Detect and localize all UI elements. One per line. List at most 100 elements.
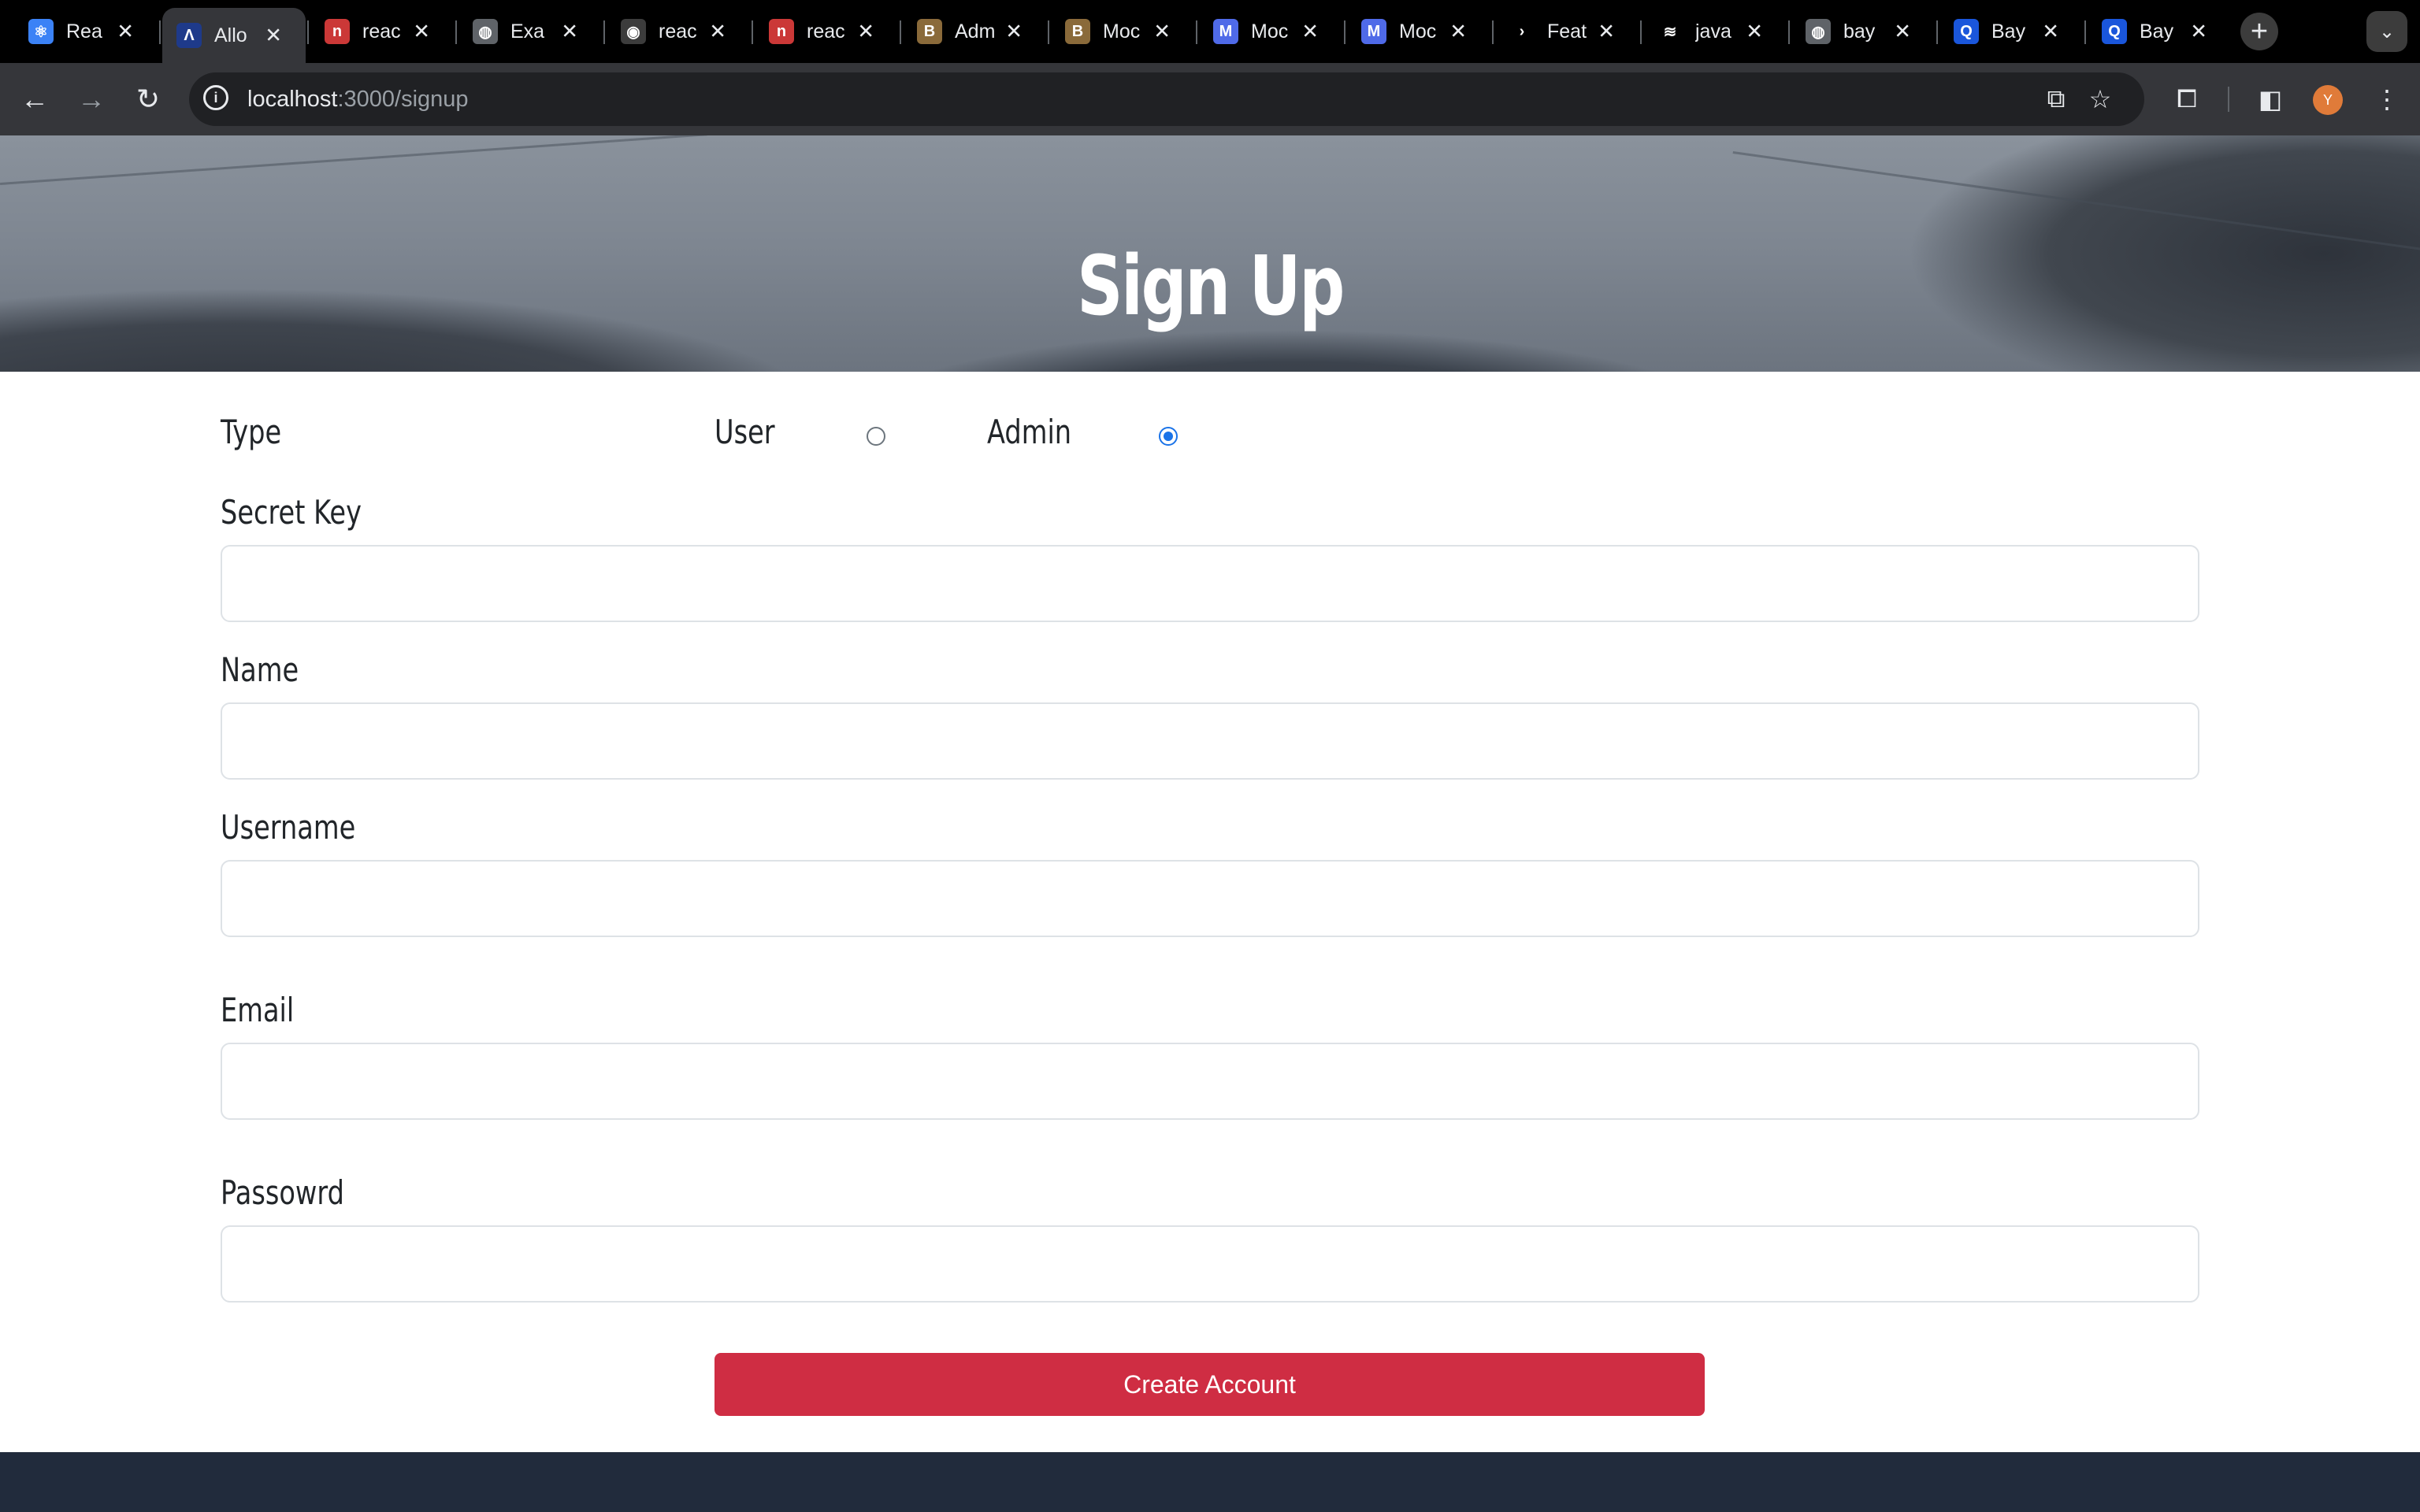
forward-button[interactable]: → bbox=[72, 80, 110, 118]
tab-title: Moc bbox=[1103, 20, 1141, 43]
tab-separator bbox=[307, 20, 309, 44]
back-button[interactable]: ← bbox=[16, 80, 54, 118]
hero-banner: Sign Up bbox=[0, 135, 2420, 372]
browser-tab[interactable]: ⚛ Rea ✕ bbox=[14, 6, 158, 57]
reload-button[interactable]: ↻ bbox=[129, 80, 167, 118]
tab-separator bbox=[2084, 20, 2086, 44]
kebab-menu-icon[interactable]: ⋮ bbox=[2371, 83, 2403, 115]
radio-admin[interactable] bbox=[1159, 427, 1178, 446]
url-text[interactable]: localhost:3000/signup bbox=[247, 72, 469, 126]
browser-tab[interactable]: Λ Allo ✕ bbox=[162, 8, 306, 63]
username-field[interactable] bbox=[221, 860, 2199, 937]
close-icon[interactable]: ✕ bbox=[265, 24, 282, 48]
close-icon[interactable]: ✕ bbox=[1153, 20, 1171, 44]
close-icon[interactable]: ✕ bbox=[1746, 20, 1763, 44]
tab-separator bbox=[1788, 20, 1790, 44]
close-icon[interactable]: ✕ bbox=[709, 20, 726, 44]
bookmark-star-icon[interactable]: ☆ bbox=[2086, 85, 2114, 113]
browser-tab[interactable]: n reac ✕ bbox=[310, 6, 454, 57]
close-icon[interactable]: ✕ bbox=[1598, 20, 1615, 44]
tab-separator bbox=[603, 20, 605, 44]
tab-separator bbox=[1492, 20, 1494, 44]
browser-tab[interactable]: M Moc ✕ bbox=[1199, 6, 1342, 57]
browser-tab[interactable]: ≋ java ✕ bbox=[1643, 6, 1787, 57]
close-icon[interactable]: ✕ bbox=[561, 20, 578, 44]
tab-separator bbox=[455, 20, 457, 44]
q-icon: Q bbox=[1954, 19, 1979, 44]
toolbar-divider bbox=[2228, 87, 2229, 112]
browser-tab[interactable]: Q Bay ✕ bbox=[1939, 6, 2083, 57]
extensions-puzzle-icon[interactable]: ⧠ bbox=[2171, 83, 2203, 115]
tab-title: bay bbox=[1843, 20, 1876, 43]
close-icon[interactable]: ✕ bbox=[1449, 20, 1467, 44]
page-title: Sign Up bbox=[1077, 238, 1345, 334]
tab-strip: ⚛ Rea ✕ Λ Allo ✕ n reac ✕ ◍ Exa ✕ ◉ reac ✕ n reac ✕ B Adm ✕ B… bbox=[0, 0, 2420, 63]
tab-title: reac bbox=[807, 20, 845, 43]
address-bar[interactable]: i localhost:3000/signup ⧉ ☆ bbox=[189, 72, 2144, 126]
close-icon[interactable]: ✕ bbox=[2190, 20, 2207, 44]
tab-title: Feat bbox=[1547, 20, 1587, 43]
browser-tab[interactable]: B Moc ✕ bbox=[1051, 6, 1194, 57]
close-icon[interactable]: ✕ bbox=[1894, 20, 1911, 44]
tab-title: reac bbox=[659, 20, 697, 43]
browser-tab[interactable]: B Adm ✕ bbox=[903, 6, 1046, 57]
create-account-button[interactable]: Create Account bbox=[714, 1353, 1705, 1416]
name-label: Name bbox=[221, 650, 299, 689]
browser-tab[interactable]: ◍ Exa ✕ bbox=[458, 6, 602, 57]
arrow-icon: › bbox=[1509, 19, 1535, 44]
tab-title: Moc bbox=[1399, 20, 1437, 43]
browser-tab[interactable]: ◉ reac ✕ bbox=[607, 6, 750, 57]
password-field[interactable] bbox=[221, 1225, 2199, 1303]
close-icon[interactable]: ✕ bbox=[857, 20, 874, 44]
tab-title: java bbox=[1695, 20, 1731, 43]
browser-tab[interactable]: M Moc ✕ bbox=[1347, 6, 1490, 57]
secret-key-label: Secret Key bbox=[221, 493, 362, 532]
hero-decoration bbox=[0, 135, 708, 185]
close-icon[interactable]: ✕ bbox=[117, 20, 134, 44]
tab-title: Exa bbox=[510, 20, 545, 43]
close-icon[interactable]: ✕ bbox=[1005, 20, 1023, 44]
globe-icon: ◍ bbox=[473, 19, 498, 44]
close-icon[interactable]: ✕ bbox=[2042, 20, 2059, 44]
browser-tab[interactable]: › Feat ✕ bbox=[1495, 6, 1639, 57]
tab-search-button[interactable]: ⌄ bbox=[2366, 11, 2407, 52]
secret-key-field[interactable] bbox=[221, 545, 2199, 622]
bootstrap-icon: B bbox=[1065, 19, 1090, 44]
name-field[interactable] bbox=[221, 702, 2199, 780]
hero-decoration bbox=[1732, 151, 2420, 253]
tab-title: Adm bbox=[955, 20, 996, 43]
npm-icon: n bbox=[325, 19, 350, 44]
open-in-app-icon[interactable]: ⧉ bbox=[2042, 84, 2070, 113]
browser-tab[interactable]: n reac ✕ bbox=[755, 6, 898, 57]
q-icon: Q bbox=[2102, 19, 2127, 44]
tab-title: Bay bbox=[1991, 20, 2026, 43]
tab-title: Allo bbox=[214, 24, 247, 46]
email-field[interactable] bbox=[221, 1043, 2199, 1120]
tab-title: Moc bbox=[1251, 20, 1289, 43]
browser-tab[interactable]: ◍ bay ✕ bbox=[1791, 6, 1935, 57]
a-logo-icon: Λ bbox=[176, 23, 202, 48]
radio-user-label: User bbox=[714, 413, 775, 451]
tab-separator bbox=[900, 20, 901, 44]
tab-separator bbox=[159, 20, 161, 44]
new-tab-button[interactable]: + bbox=[2240, 13, 2278, 50]
side-panel-icon[interactable]: ◧ bbox=[2255, 83, 2286, 115]
close-icon[interactable]: ✕ bbox=[1301, 20, 1319, 44]
profile-avatar[interactable]: Y bbox=[2313, 85, 2343, 115]
tab-title: reac bbox=[362, 20, 401, 43]
globe-icon: ◍ bbox=[1806, 19, 1831, 44]
react-icon: ⚛ bbox=[28, 19, 54, 44]
browser-tab[interactable]: Q Bay ✕ bbox=[2088, 6, 2231, 57]
bootstrap-icon: B bbox=[917, 19, 942, 44]
site-info-icon[interactable]: i bbox=[203, 85, 228, 110]
reload-icon: ↻ bbox=[135, 83, 161, 115]
chevron-down-icon: ⌄ bbox=[2378, 20, 2396, 43]
tab-separator bbox=[1196, 20, 1197, 44]
github-icon: ◉ bbox=[621, 19, 646, 44]
page-footer bbox=[0, 1452, 2420, 1512]
tab-separator bbox=[1640, 20, 1642, 44]
material-icon: M bbox=[1361, 19, 1386, 44]
email-label: Email bbox=[221, 991, 295, 1029]
close-icon[interactable]: ✕ bbox=[413, 20, 430, 44]
radio-user[interactable] bbox=[867, 427, 885, 446]
